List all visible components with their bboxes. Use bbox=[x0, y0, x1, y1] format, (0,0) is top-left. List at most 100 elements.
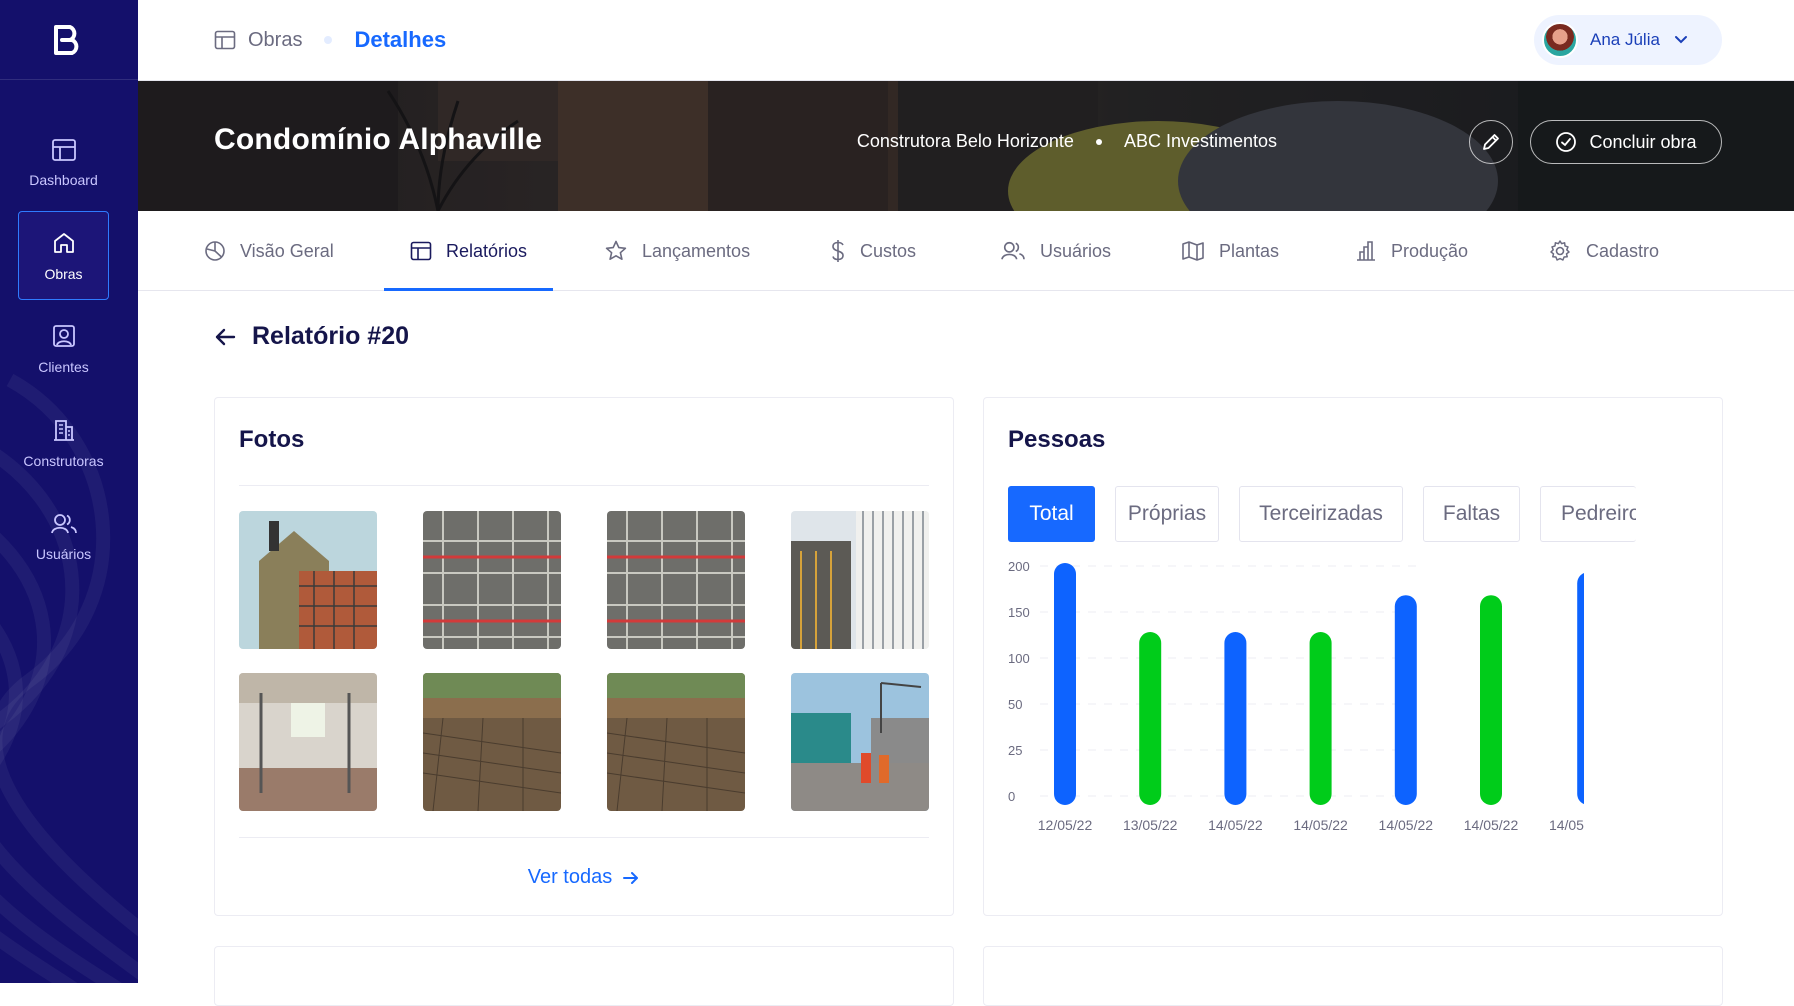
y-tick-label: 25 bbox=[1008, 743, 1022, 758]
gear-icon bbox=[1550, 240, 1570, 261]
tab-relatorios[interactable]: Relatórios bbox=[383, 211, 554, 291]
x-tick-label: 12/05/22 bbox=[1038, 817, 1093, 833]
tab-producao[interactable]: Produção bbox=[1355, 211, 1468, 291]
top-bar: Obras Detalhes Ana Júlia bbox=[138, 0, 1794, 81]
people-title: Pessoas bbox=[1008, 426, 1106, 453]
users-icon bbox=[50, 513, 77, 533]
sidebar-item-label: Usuários bbox=[35, 545, 92, 562]
bottom-card-left bbox=[214, 946, 954, 1006]
construction-photo bbox=[423, 511, 561, 649]
report-title: Relatório #20 bbox=[252, 322, 410, 350]
project-banner: Condomínio Alphaville Construtora Belo H… bbox=[138, 81, 1794, 211]
sidebar-item-usuarios[interactable]: Usuários bbox=[18, 492, 109, 581]
tab-label: Custos bbox=[860, 240, 917, 261]
breadcrumb: Obras Detalhes bbox=[214, 22, 446, 58]
chart-bar[interactable] bbox=[1309, 632, 1332, 805]
chart-bar[interactable] bbox=[1480, 595, 1502, 805]
filter-pedreiro[interactable]: Pedreiro bbox=[1540, 486, 1636, 542]
sidebar-item-construtoras[interactable]: Construtoras bbox=[18, 398, 109, 487]
conclude-label: Concluir obra bbox=[1589, 131, 1697, 152]
edit-project-button[interactable] bbox=[1469, 120, 1513, 164]
chart-bar[interactable] bbox=[1577, 572, 1599, 805]
y-tick-label: 150 bbox=[1008, 605, 1030, 620]
investor-name: ABC Investimentos bbox=[1123, 131, 1277, 151]
breadcrumb-current: Detalhes bbox=[354, 27, 447, 52]
chart-bar[interactable] bbox=[1394, 595, 1417, 805]
check-circle-icon bbox=[1556, 132, 1577, 152]
meta-separator bbox=[1095, 138, 1102, 145]
tab-label: Produção bbox=[1391, 240, 1469, 261]
filter-proprias[interactable]: Próprias bbox=[1115, 486, 1219, 542]
filter-faltas[interactable]: Faltas bbox=[1423, 486, 1520, 542]
photo-thumbnail[interactable] bbox=[791, 673, 929, 811]
chart-bar[interactable] bbox=[1054, 563, 1076, 805]
star-icon bbox=[605, 240, 627, 260]
pie-chart-icon bbox=[205, 241, 225, 261]
app-logo[interactable] bbox=[0, 0, 138, 80]
user-menu[interactable]: Ana Júlia bbox=[1534, 15, 1722, 65]
tab-label: Plantas bbox=[1219, 240, 1280, 261]
tab-custos[interactable]: Custos bbox=[830, 211, 916, 291]
home-icon bbox=[53, 232, 74, 253]
filter-total[interactable]: Total bbox=[1008, 486, 1095, 542]
see-all-label: Ver todas bbox=[527, 866, 613, 888]
chevron-down-icon bbox=[1674, 36, 1687, 44]
x-tick-label: 14/05/22 bbox=[1208, 817, 1263, 833]
tab-label: Cadastro bbox=[1586, 240, 1660, 261]
sidebar: Dashboard Obras Clientes Construtoras Us… bbox=[0, 0, 138, 983]
see-all-photos-link[interactable]: Ver todas bbox=[215, 866, 953, 889]
photo-thumbnail[interactable] bbox=[423, 511, 561, 649]
tab-plantas[interactable]: Plantas bbox=[1181, 211, 1279, 291]
table-icon bbox=[214, 30, 236, 50]
construction-photo bbox=[791, 511, 929, 649]
chart-bar[interactable] bbox=[1139, 632, 1162, 805]
photo-thumbnail[interactable] bbox=[239, 511, 377, 649]
project-title: Condomínio Alphaville bbox=[214, 123, 543, 156]
x-tick-label: 14/05/22 bbox=[1293, 817, 1348, 833]
logo-icon bbox=[54, 24, 79, 55]
user-square-icon bbox=[52, 324, 75, 347]
photo-thumbnail[interactable] bbox=[423, 673, 561, 811]
sidebar-item-label: Dashboard bbox=[29, 171, 98, 188]
sidebar-item-dashboard[interactable]: Dashboard bbox=[18, 118, 109, 207]
tab-cadastro[interactable]: Cadastro bbox=[1548, 211, 1659, 291]
tab-lancamentos[interactable]: Lançamentos bbox=[604, 211, 750, 291]
layout-icon bbox=[51, 138, 76, 161]
y-tick-label: 50 bbox=[1008, 697, 1022, 712]
builder-name: Construtora Belo Horizonte bbox=[856, 131, 1074, 151]
tab-usuarios[interactable]: Usuários bbox=[1000, 211, 1111, 291]
y-tick-label: 0 bbox=[1008, 789, 1015, 804]
tab-label: Visão Geral bbox=[240, 240, 334, 261]
pencil-icon bbox=[1483, 134, 1499, 150]
filter-terceirizadas[interactable]: Terceirizadas bbox=[1239, 486, 1403, 542]
construction-photo bbox=[239, 673, 377, 811]
conclude-project-button[interactable]: Concluir obra bbox=[1530, 120, 1722, 164]
arrow-left-icon[interactable] bbox=[214, 327, 236, 347]
x-tick-label: 14/05/22 bbox=[1379, 817, 1434, 833]
x-tick-label: 14/05/22 bbox=[1464, 817, 1519, 833]
sidebar-item-label: Obras bbox=[44, 265, 83, 282]
bar-chart-icon bbox=[1357, 241, 1375, 261]
dollar-icon bbox=[832, 240, 844, 262]
photo-thumbnail[interactable] bbox=[607, 511, 745, 649]
x-tick-label: 14/05/22 bbox=[1549, 817, 1604, 833]
tab-visao-geral[interactable]: Visão Geral bbox=[204, 211, 334, 291]
avatar bbox=[1542, 22, 1578, 58]
user-name: Ana Júlia bbox=[1590, 30, 1660, 49]
sidebar-item-obras[interactable]: Obras bbox=[18, 211, 109, 300]
project-tabs: Visão Geral Relatórios Lançamentos Custo… bbox=[138, 211, 1794, 291]
photos-card: Fotos Ver todas bbox=[214, 397, 954, 916]
photo-thumbnail[interactable] bbox=[791, 511, 929, 649]
construction-photo bbox=[423, 673, 561, 811]
photo-thumbnail[interactable] bbox=[239, 673, 377, 811]
people-card: Pessoas Total Próprias Terceirizadas Fal… bbox=[983, 397, 1723, 916]
sidebar-item-clientes[interactable]: Clientes bbox=[18, 304, 109, 393]
map-icon bbox=[1182, 241, 1204, 261]
building-icon bbox=[53, 419, 74, 441]
photo-thumbnail[interactable] bbox=[607, 673, 745, 811]
breadcrumb-parent[interactable]: Obras bbox=[248, 29, 302, 52]
construction-photo bbox=[607, 511, 745, 649]
y-tick-label: 100 bbox=[1008, 651, 1030, 666]
tab-label: Usuários bbox=[1040, 240, 1112, 261]
chart-bar[interactable] bbox=[1224, 632, 1247, 805]
